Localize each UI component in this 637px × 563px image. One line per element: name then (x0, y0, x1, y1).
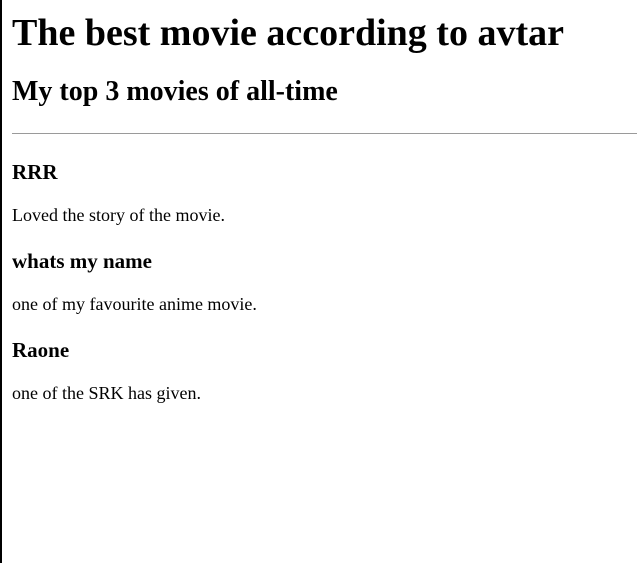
movie-item: RRR Loved the story of the movie. (12, 159, 637, 226)
page-subtitle: My top 3 movies of all-time (12, 76, 338, 107)
movie-title: RRR (12, 160, 58, 184)
movie-item: whats my name one of my favourite anime … (12, 248, 637, 315)
page-content: The best movie according to avtar My top… (12, 0, 637, 404)
divider (12, 133, 637, 134)
movie-title: Raone (12, 338, 70, 362)
movie-description: one of my favourite anime movie. (12, 294, 257, 314)
movie-list: RRR Loved the story of the movie. whats … (12, 159, 637, 404)
movie-title: whats my name (12, 249, 152, 273)
page-title: The best movie according to avtar (12, 12, 564, 54)
movie-description: one of the SRK has given. (12, 383, 201, 403)
movie-description: Loved the story of the movie. (12, 205, 225, 225)
movie-item: Raone one of the SRK has given. (12, 337, 637, 404)
window-left-border (0, 0, 2, 563)
